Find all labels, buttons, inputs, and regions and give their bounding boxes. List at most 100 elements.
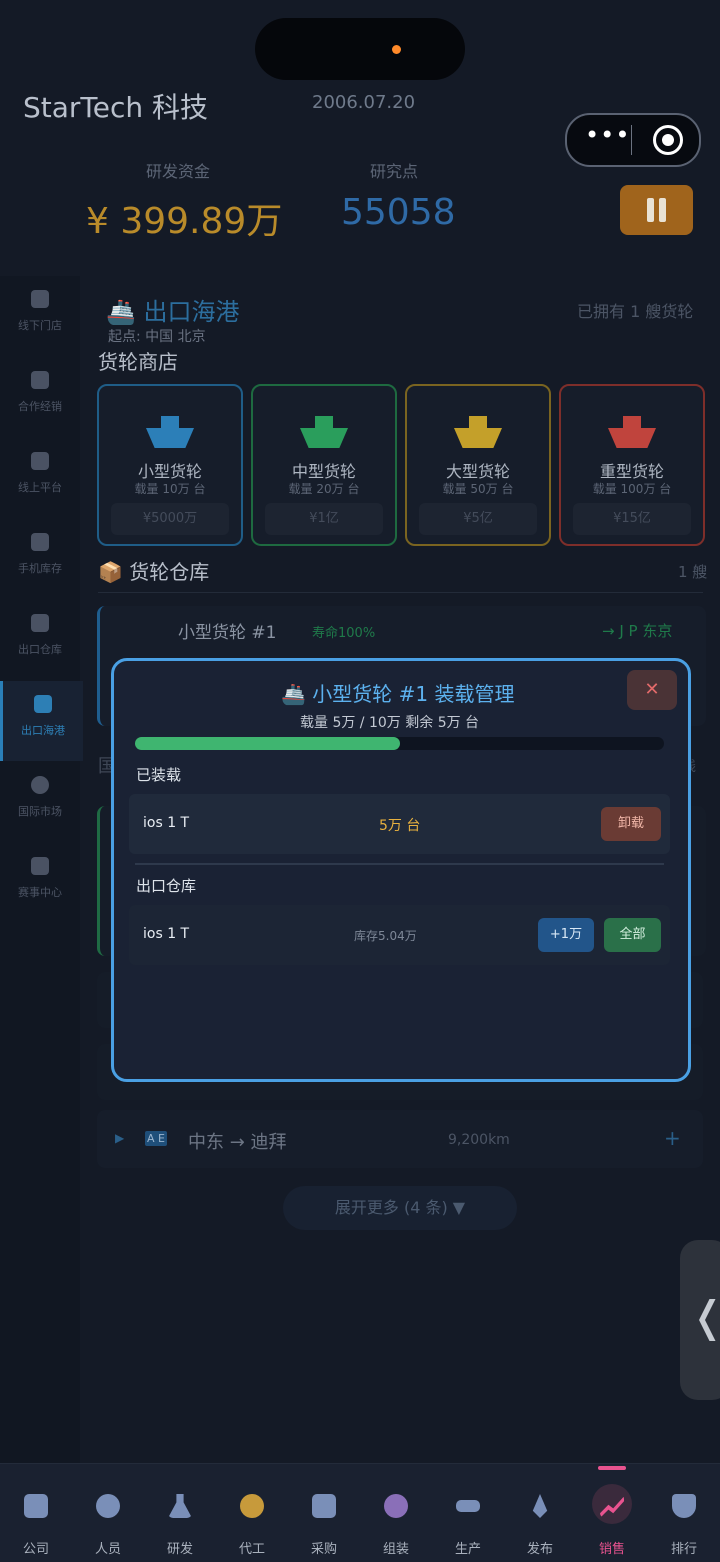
loaded-item-name: ios 1 T — [143, 815, 190, 831]
ship-warehouse-title: 📦 货轮仓库 — [98, 560, 210, 584]
camera-notch — [255, 18, 465, 80]
people-icon — [96, 1494, 120, 1518]
warehouse-item-stock: 库存5.04万 — [354, 929, 417, 943]
more-icon[interactable]: ••• — [585, 121, 630, 149]
expand-more-button[interactable]: 展开更多 (4 条) ▼ — [283, 1186, 517, 1230]
nav-production[interactable]: 生产 — [432, 1464, 504, 1562]
ship-card-heavy[interactable]: 重型货轮 载量 100万 台 ¥15亿 — [559, 384, 705, 546]
capsule-divider — [631, 125, 632, 155]
ship-name: 大型货轮 — [445, 462, 510, 481]
section-divider — [98, 592, 703, 593]
modal-title: 🚢 小型货轮 #1 装载管理 — [281, 682, 515, 706]
nav-label: 采购 — [310, 1542, 337, 1557]
sidebar-item-partner[interactable]: 合作经销 — [0, 357, 80, 437]
assemble-icon — [384, 1494, 408, 1518]
ship-icon — [454, 428, 502, 448]
play-icon: ▶ — [115, 1131, 125, 1145]
funds-label: 研发资金 — [146, 162, 211, 181]
nav-oem[interactable]: 代工 — [216, 1464, 288, 1562]
sidebar-item-export-warehouse[interactable]: 出口仓库 — [0, 600, 80, 680]
nav-ranking[interactable]: 排行 — [648, 1464, 720, 1562]
active-icon-bg — [592, 1484, 632, 1524]
nav-company[interactable]: 公司 — [0, 1464, 72, 1562]
owned-ship-name: 小型货轮 #1 — [178, 623, 277, 643]
ship-capacity: 载量 50万 台 — [442, 482, 514, 496]
close-program-icon[interactable] — [653, 125, 683, 155]
buy-ship-button[interactable]: ¥15亿 — [573, 503, 691, 535]
close-button[interactable]: ✕ — [627, 670, 677, 710]
nav-label: 公司 — [22, 1542, 49, 1557]
chevron-left-icon: ❬ — [690, 1292, 720, 1341]
trophy-icon — [672, 1494, 696, 1518]
flask-icon — [168, 1494, 192, 1518]
sidebar-item-label: 合作经销 — [18, 400, 62, 413]
nav-label: 代工 — [238, 1542, 265, 1557]
game-date: 2006.07.20 — [312, 92, 416, 113]
sidebar-item-events[interactable]: 赛事中心 — [0, 843, 80, 923]
sidebar-item-inventory[interactable]: 手机库存 — [0, 519, 80, 599]
route-flag: A E — [145, 1131, 167, 1146]
ship-cabin-icon — [315, 416, 333, 428]
sidebar: 线下门店 合作经销 线上平台 手机库存 出口仓库 出口海港 国际市场 赛事中心 — [0, 276, 83, 1466]
ship-card-small[interactable]: 小型货轮 载量 10万 台 ¥5000万 — [97, 384, 243, 546]
owned-ship-destination: → J P 东京 — [602, 622, 673, 640]
globe-icon — [31, 776, 49, 794]
sidebar-item-label: 出口仓库 — [18, 643, 62, 656]
nav-label: 人员 — [94, 1542, 121, 1557]
mini-program-capsule[interactable]: ••• — [565, 113, 701, 167]
store-icon — [31, 290, 49, 308]
ship-name: 重型货轮 — [599, 462, 664, 481]
sidebar-item-label: 国际市场 — [18, 805, 62, 818]
company-name: StarTech 科技 — [23, 91, 209, 124]
active-indicator — [598, 1466, 626, 1470]
unload-button[interactable]: 卸载 — [601, 807, 661, 841]
buy-ship-button[interactable]: ¥5亿 — [419, 503, 537, 535]
port-origin: 起点: 中国 北京 — [108, 329, 206, 345]
buy-ship-button[interactable]: ¥1亿 — [265, 503, 383, 535]
owned-ship-life: 寿命100% — [312, 626, 376, 641]
sidebar-item-label: 出口海港 — [21, 724, 65, 737]
sidebar-item-export-port[interactable]: 出口海港 — [0, 681, 83, 761]
buy-ship-button[interactable]: ¥5000万 — [111, 503, 229, 535]
nav-assemble[interactable]: 组装 — [360, 1464, 432, 1562]
ship-name: 中型货轮 — [291, 462, 356, 481]
port-title: 🚢 出口海港 — [106, 298, 240, 326]
nav-purchase[interactable]: 采购 — [288, 1464, 360, 1562]
gear-icon — [240, 1494, 264, 1518]
sidebar-item-online[interactable]: 线上平台 — [0, 438, 80, 518]
load-10k-button[interactable]: +1万 — [538, 918, 594, 952]
ship-card-medium[interactable]: 中型货轮 载量 20万 台 ¥1亿 — [251, 384, 397, 546]
sidebar-item-offline-store[interactable]: 线下门店 — [0, 276, 80, 356]
sidebar-item-international[interactable]: 国际市场 — [0, 762, 80, 842]
ship-icon — [608, 428, 656, 448]
nav-label: 发布 — [526, 1542, 553, 1557]
export-warehouse-section-title: 出口仓库 — [136, 877, 197, 895]
nav-release[interactable]: 发布 — [504, 1464, 576, 1562]
ship-cabin-icon — [469, 416, 487, 428]
load-progress-fill — [135, 737, 400, 750]
nav-sales[interactable]: 销售 — [576, 1464, 648, 1562]
points-label: 研究点 — [370, 162, 419, 181]
modal-capacity-summary: 载量 5万 / 10万 剩余 5万 台 — [300, 715, 480, 731]
load-all-button[interactable]: 全部 — [604, 918, 661, 952]
nav-research[interactable]: 研发 — [144, 1464, 216, 1562]
sidebar-item-label: 手机库存 — [18, 562, 62, 575]
research-points-value: 55058 — [341, 192, 456, 233]
ship-card-large[interactable]: 大型货轮 载量 50万 台 ¥5亿 — [405, 384, 551, 546]
ship-icon — [34, 695, 52, 713]
inventory-icon — [31, 533, 49, 551]
side-drawer-tab[interactable]: ❬ — [680, 1240, 720, 1400]
ship-capacity: 载量 10万 台 — [134, 482, 206, 496]
add-route-button[interactable]: + — [664, 1126, 681, 1150]
loaded-item-qty: 5万 台 — [379, 818, 421, 834]
ship-icon — [300, 428, 348, 448]
warehouse-item-name: ios 1 T — [143, 926, 190, 942]
bottom-nav: 公司 人员 研发 代工 采购 组装 生产 发布 销售 排行 — [0, 1463, 720, 1562]
nav-staff[interactable]: 人员 — [72, 1464, 144, 1562]
sidebar-item-label: 线上平台 — [18, 481, 62, 494]
ship-cabin-icon — [623, 416, 641, 428]
nav-label: 销售 — [598, 1542, 625, 1557]
pause-button[interactable] — [620, 185, 693, 235]
ship-shop-title: 货轮商店 — [98, 350, 178, 374]
ship-icon — [146, 428, 194, 448]
